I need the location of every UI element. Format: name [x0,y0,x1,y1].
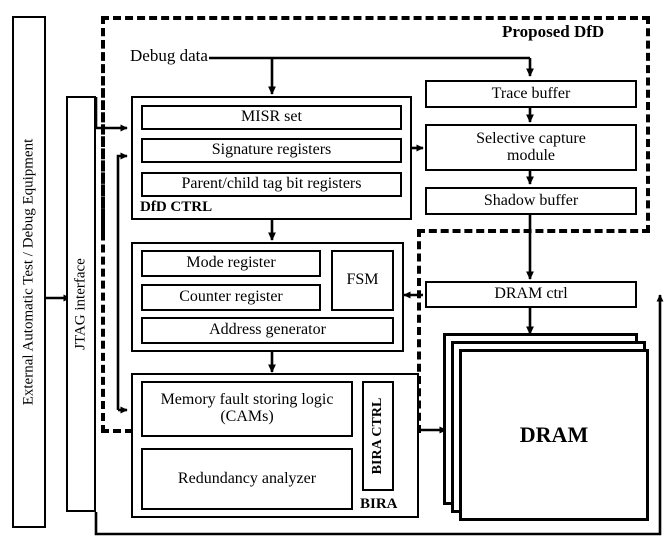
jtag-interface-label: JTAG interface [72,258,89,350]
external-equipment-label: External Automatic Test / Debug Equipmen… [20,138,37,406]
counter-register-label: Counter register [179,288,283,306]
dram-label: DRAM [519,422,589,448]
debug-data-label: Debug data [130,46,208,65]
dfd-ctrl-item-parent-child-tag-bit-registers[interactable]: Parent/child tag bit registers [141,172,402,197]
capture-item-selective-capture-module[interactable]: Selective capture module [425,124,637,171]
block-diagram: External Automatic Test / Debug Equipmen… [0,0,666,549]
memory-fault-storing-logic-label: Memory fault storing logic (CAMs) [160,391,334,425]
fsm-label: FSM [346,271,379,289]
bira-group-label: BIRA [360,496,398,512]
bira-item-redundancy-analyzer[interactable]: Redundancy analyzer [141,448,353,510]
address-generator-label: Address generator [209,321,326,339]
jtag-interface-block: JTAG interface [66,96,96,512]
signature-registers-label: Signature registers [211,141,332,159]
shadow-buffer-label: Shadow buffer [483,191,579,209]
capture-item-shadow-buffer[interactable]: Shadow buffer [425,187,637,215]
dram-block[interactable]: DRAM [459,349,649,521]
proposed-dfd-title: Proposed DfD [502,22,605,41]
control-item-fsm[interactable]: FSM [331,250,394,311]
dfd-ctrl-item-misr-set[interactable]: MISR set [141,105,402,130]
dram-ctrl-block[interactable]: DRAM ctrl [425,281,637,308]
redundancy-analyzer-label: Redundancy analyzer [177,469,317,487]
bira-item-memory-fault-storing-logic[interactable]: Memory fault storing logic (CAMs) [141,381,353,437]
bira-ctrl-block[interactable]: BIRA CTRL [362,381,394,491]
dram-ctrl-label: DRAM ctrl [494,285,568,303]
trace-buffer-label: Trace buffer [491,84,571,102]
external-equipment-block: External Automatic Test / Debug Equipmen… [12,16,46,528]
capture-item-trace-buffer[interactable]: Trace buffer [425,80,637,108]
control-item-counter-register[interactable]: Counter register [141,284,321,311]
parent-child-tag-bit-registers-label: Parent/child tag bit registers [181,175,362,193]
dfd-ctrl-item-signature-registers[interactable]: Signature registers [141,138,402,163]
control-item-mode-register[interactable]: Mode register [141,250,321,277]
bira-ctrl-label: BIRA CTRL [370,397,385,475]
proposed-dfd-boundary-join-top [417,229,650,233]
control-item-address-generator[interactable]: Address generator [141,317,394,344]
dfd-ctrl-group-label: DfD CTRL [140,199,213,215]
mode-register-label: Mode register [186,254,276,272]
selective-capture-module-label: Selective capture module [476,129,586,164]
misr-set-label: MISR set [241,108,302,126]
proposed-dfd-boundary-lower [101,16,421,433]
